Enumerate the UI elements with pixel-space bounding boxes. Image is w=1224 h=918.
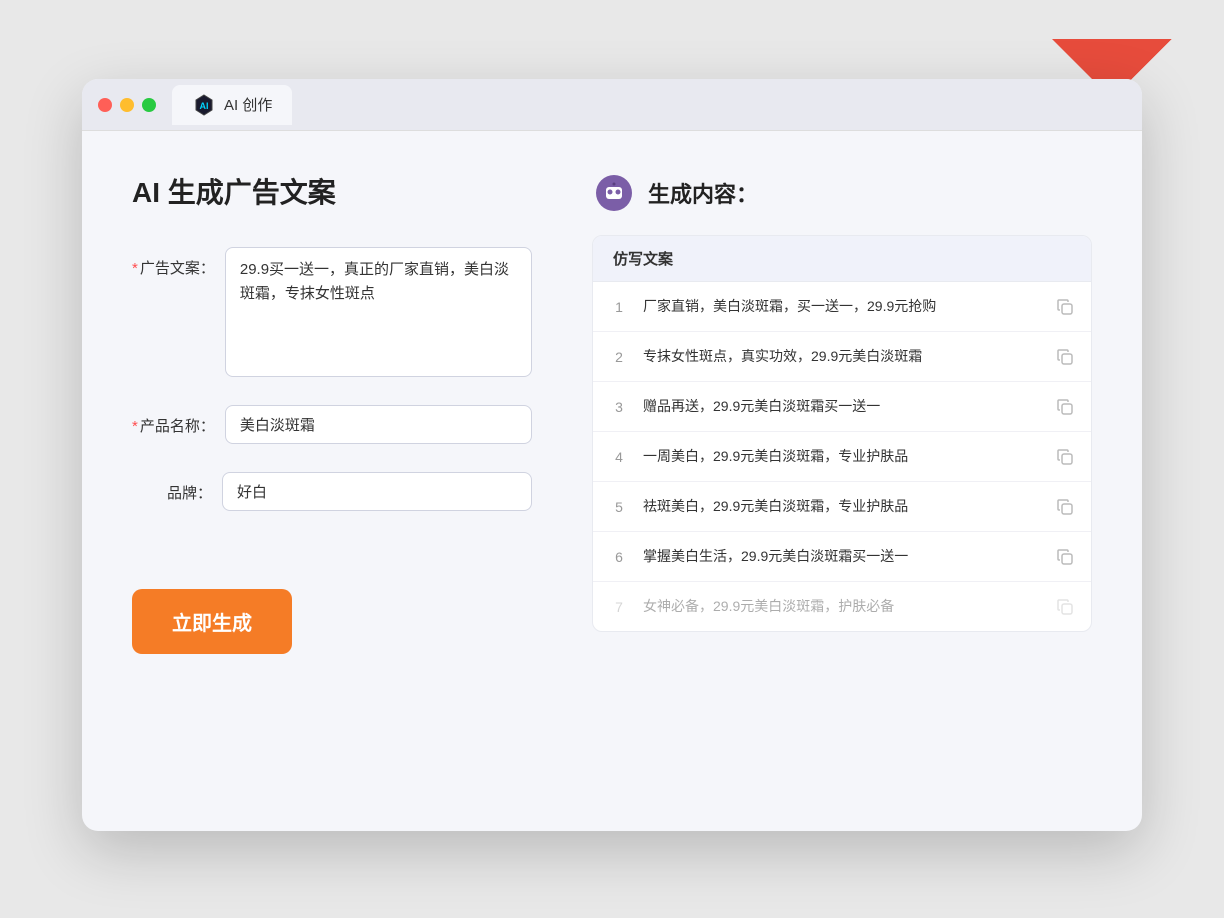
row-number: 5 xyxy=(609,499,629,515)
close-button[interactable] xyxy=(98,98,112,112)
maximize-button[interactable] xyxy=(142,98,156,112)
copy-icon[interactable] xyxy=(1055,597,1075,617)
main-content: AI 生成广告文案 *广告文案： 29.9买一送一，真正的厂家直销，美白淡斑霜，… xyxy=(82,131,1142,831)
tab-label: AI 创作 xyxy=(224,94,272,115)
result-table-header: 仿写文案 xyxy=(593,236,1091,282)
copy-icon[interactable] xyxy=(1055,347,1075,367)
product-name-row: *产品名称： xyxy=(132,405,532,444)
product-name-input[interactable] xyxy=(225,405,532,444)
result-title: 生成内容： xyxy=(648,177,758,209)
row-number: 4 xyxy=(609,449,629,465)
row-text: 掌握美白生活，29.9元美白淡斑霜买一送一 xyxy=(643,546,1041,567)
result-row: 7 女神必备，29.9元美白淡斑霜，护肤必备 xyxy=(593,582,1091,631)
title-bar: AI AI 创作 xyxy=(82,79,1142,131)
ad-copy-input[interactable]: 29.9买一送一，真正的厂家直销，美白淡斑霜，专抹女性斑点 xyxy=(225,247,532,377)
bot-icon xyxy=(592,171,636,215)
result-table: 仿写文案 1 厂家直销，美白淡斑霜，买一送一，29.9元抢购 2 专抹女性斑点，… xyxy=(592,235,1092,632)
result-header: 生成内容： xyxy=(592,171,1092,215)
copy-icon[interactable] xyxy=(1055,297,1075,317)
scene: AI AI 创作 AI 生成广告文案 *广告文案： 29.9买一送一，真正的厂家… xyxy=(62,49,1162,869)
generate-button[interactable]: 立即生成 xyxy=(132,589,292,654)
minimize-button[interactable] xyxy=(120,98,134,112)
ad-copy-label: *广告文案： xyxy=(132,247,215,278)
left-panel: AI 生成广告文案 *广告文案： 29.9买一送一，真正的厂家直销，美白淡斑霜，… xyxy=(132,171,532,791)
row-text: 一周美白，29.9元美白淡斑霜，专业护肤品 xyxy=(643,446,1041,467)
brand-row: 品牌： xyxy=(132,472,532,511)
result-row: 2 专抹女性斑点，真实功效，29.9元美白淡斑霜 xyxy=(593,332,1091,382)
copy-icon[interactable] xyxy=(1055,547,1075,567)
result-row: 1 厂家直销，美白淡斑霜，买一送一，29.9元抢购 xyxy=(593,282,1091,332)
row-number: 6 xyxy=(609,549,629,565)
ai-tab-icon: AI xyxy=(192,93,216,117)
brand-label: 品牌： xyxy=(132,472,212,503)
row-text: 专抹女性斑点，真实功效，29.9元美白淡斑霜 xyxy=(643,346,1041,367)
row-text: 赠品再送，29.9元美白淡斑霜买一送一 xyxy=(643,396,1041,417)
svg-text:AI: AI xyxy=(200,101,209,111)
page-title: AI 生成广告文案 xyxy=(132,171,532,211)
row-number: 2 xyxy=(609,349,629,365)
copy-icon[interactable] xyxy=(1055,397,1075,417)
result-row: 3 赠品再送，29.9元美白淡斑霜买一送一 xyxy=(593,382,1091,432)
copy-icon[interactable] xyxy=(1055,447,1075,467)
product-name-label: *产品名称： xyxy=(132,405,215,436)
ai-tab[interactable]: AI AI 创作 xyxy=(172,85,292,125)
result-rows-container: 1 厂家直销，美白淡斑霜，买一送一，29.9元抢购 2 专抹女性斑点，真实功效，… xyxy=(593,282,1091,631)
row-text: 厂家直销，美白淡斑霜，买一送一，29.9元抢购 xyxy=(643,296,1041,317)
row-text: 祛斑美白，29.9元美白淡斑霜，专业护肤品 xyxy=(643,496,1041,517)
row-text: 女神必备，29.9元美白淡斑霜，护肤必备 xyxy=(643,596,1041,617)
traffic-lights xyxy=(98,98,156,112)
row-number: 1 xyxy=(609,299,629,315)
ad-copy-row: *广告文案： 29.9买一送一，真正的厂家直销，美白淡斑霜，专抹女性斑点 xyxy=(132,247,532,377)
brand-input[interactable] xyxy=(222,472,532,511)
product-required: * xyxy=(132,418,138,435)
result-row: 6 掌握美白生活，29.9元美白淡斑霜买一送一 xyxy=(593,532,1091,582)
ad-copy-required: * xyxy=(132,260,138,277)
result-row: 5 祛斑美白，29.9元美白淡斑霜，专业护肤品 xyxy=(593,482,1091,532)
row-number: 7 xyxy=(609,599,629,615)
copy-icon[interactable] xyxy=(1055,497,1075,517)
result-row: 4 一周美白，29.9元美白淡斑霜，专业护肤品 xyxy=(593,432,1091,482)
right-panel: 生成内容： 仿写文案 1 厂家直销，美白淡斑霜，买一送一，29.9元抢购 2 专… xyxy=(592,171,1092,791)
mac-window: AI AI 创作 AI 生成广告文案 *广告文案： 29.9买一送一，真正的厂家… xyxy=(82,79,1142,831)
row-number: 3 xyxy=(609,399,629,415)
